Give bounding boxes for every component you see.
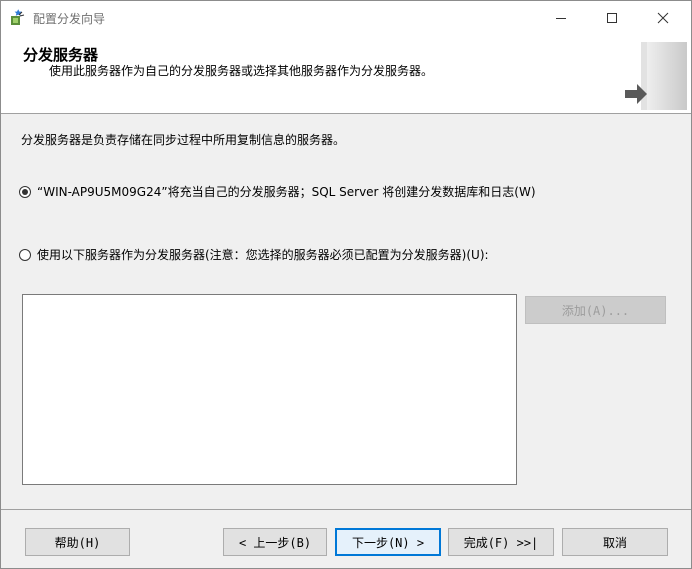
close-icon [657, 9, 669, 28]
maximize-button[interactable] [589, 1, 635, 35]
option-other-distributor[interactable]: 使用以下服务器作为分发服务器(注意：您选择的服务器必须已配置为分发服务器)(U)… [19, 246, 489, 263]
radio-self-distributor[interactable] [19, 185, 31, 198]
description-text: 分发服务器是负责存储在同步过程中所用复制信息的服务器。 [21, 133, 346, 147]
server-arrow-graphic [607, 42, 687, 110]
page-subtitle: 使用此服务器作为自己的分发服务器或选择其他服务器作为分发服务器。 [49, 64, 434, 78]
option-other-distributor-label: 使用以下服务器作为分发服务器(注意：您选择的服务器必须已配置为分发服务器)(U)… [37, 248, 489, 262]
option-self-distributor[interactable]: “WIN-AP9U5M09G24”将充当自己的分发服务器；SQL Server … [19, 183, 536, 200]
help-button[interactable]: 帮助(H) [25, 528, 130, 556]
close-button[interactable] [640, 1, 686, 35]
radio-other-distributor[interactable] [19, 248, 31, 261]
next-button[interactable]: 下一步(N) > [335, 528, 441, 556]
finish-button[interactable]: 完成(F) >>| [448, 528, 554, 556]
previous-button[interactable]: < 上一步(B) [223, 528, 327, 556]
cancel-button[interactable]: 取消 [562, 528, 668, 556]
option-self-distributor-label: “WIN-AP9U5M09G24”将充当自己的分发服务器；SQL Server … [37, 185, 536, 199]
title-bar[interactable]: 配置分发向导 [1, 1, 691, 35]
minimize-icon [555, 9, 567, 28]
minimize-button[interactable] [538, 1, 584, 35]
wizard-header: 分发服务器 使用此服务器作为自己的分发服务器或选择其他服务器作为分发服务器。 [1, 35, 691, 114]
server-listbox[interactable] [22, 294, 517, 485]
wizard-window: 配置分发向导 分发服务器 使用此服务器作为自己的分发服务器或选择其他服务器作为分… [0, 0, 692, 569]
add-server-button[interactable]: 添加(A)... [525, 296, 666, 324]
wizard-app-icon [9, 9, 29, 27]
window-title: 配置分发向导 [33, 12, 106, 26]
maximize-icon [606, 9, 618, 28]
